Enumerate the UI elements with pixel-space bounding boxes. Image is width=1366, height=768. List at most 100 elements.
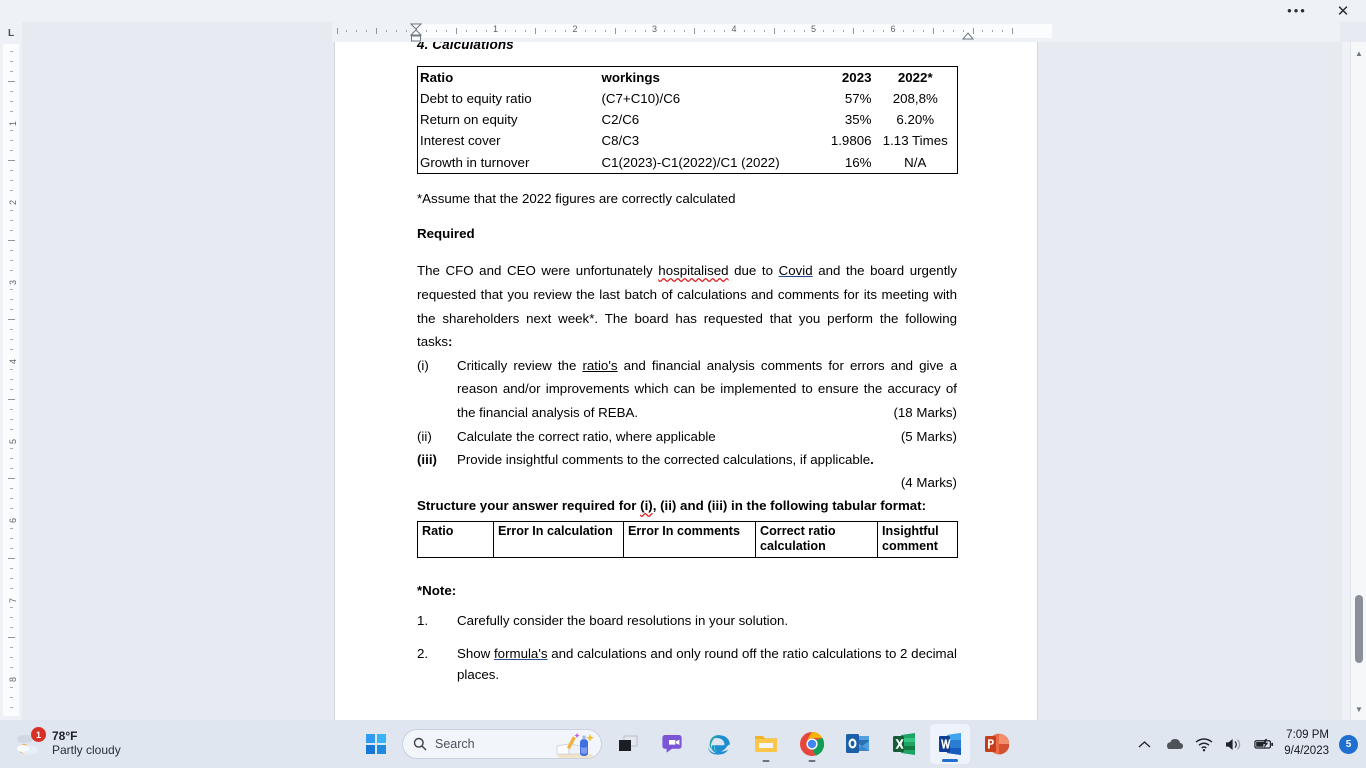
weather-text: 78°F Partly cloudy [52, 729, 121, 758]
battery-button[interactable] [1254, 734, 1274, 754]
ruler-tick [634, 30, 636, 32]
list-item: (i) Critically review the ratio's and fin… [417, 354, 957, 425]
ruler-tick [10, 408, 13, 410]
ruler-number: 2 [572, 24, 578, 34]
word-icon [938, 733, 961, 755]
underlined-term: ratio's [582, 357, 618, 373]
weather-widget[interactable]: 1 78°F Partly cloudy [14, 724, 121, 764]
ruler-tick [10, 577, 13, 579]
notification-center-badge[interactable]: 5 [1339, 734, 1358, 754]
search-input[interactable]: Search [402, 729, 602, 759]
ruler-tick [704, 30, 706, 32]
clock-date: 9/4/2023 [1284, 745, 1329, 757]
scrollbar-thumb[interactable] [1355, 595, 1363, 663]
ruler-tick [10, 100, 13, 102]
ruler-tick [10, 329, 13, 331]
onedrive-button[interactable] [1164, 734, 1184, 754]
document-body: 4. Calculations Ratio workings 2023 2022* De… [335, 42, 1037, 686]
ruler-tick [10, 428, 13, 430]
left-indent-marker-icon[interactable] [410, 23, 422, 43]
structure-part1: Structure your answer required for [417, 498, 641, 514]
volume-button[interactable] [1224, 734, 1244, 754]
scroll-up-arrow-icon[interactable]: ▲ [1351, 44, 1366, 62]
ruler-tick [8, 80, 15, 82]
task-view-button[interactable] [608, 724, 648, 764]
partly-cloudy-icon: 1 [14, 727, 46, 758]
task-text: Critically review the ratio's and financ… [457, 354, 957, 425]
excel-icon [892, 733, 915, 755]
ruler-tick [505, 30, 507, 32]
clock[interactable]: 7:09 PM 9/4/2023 [1284, 728, 1329, 759]
ruler-number: 1 [492, 24, 499, 34]
ruler-tick [10, 537, 13, 539]
ruler-tick [455, 28, 457, 34]
cloud-icon [1167, 739, 1184, 749]
windows-logo-icon [366, 734, 386, 754]
task-text: Calculate the correct ratio, where appli… [457, 425, 957, 449]
chat-button[interactable] [654, 724, 694, 764]
speaker-icon [1226, 738, 1241, 750]
ruler-tick [10, 180, 13, 182]
close-button[interactable]: ✕ [1320, 0, 1366, 22]
ruler-tick [10, 468, 13, 470]
horizontal-ruler[interactable]: 1 2 3 4 5 6 [332, 22, 1340, 42]
powerpoint-button[interactable] [976, 724, 1016, 764]
wifi-button[interactable] [1194, 734, 1214, 754]
ruler-tick [10, 339, 13, 341]
excel-button[interactable] [884, 724, 924, 764]
column-header: 2022* [897, 69, 933, 85]
ruler-tick [10, 508, 13, 510]
chrome-button[interactable] [792, 724, 832, 764]
ruler-tick [10, 547, 13, 549]
spellcheck-error-roman-i: (i) [640, 498, 653, 514]
ruler-band: 1 2 3 4 5 6 [332, 23, 1340, 42]
scroll-down-arrow-icon[interactable]: ▼ [1351, 700, 1366, 718]
marks-allocation: (18 Marks) [893, 405, 957, 421]
start-button[interactable] [356, 724, 396, 764]
table-header-row: Ratio workings 2023 2022* [418, 66, 958, 88]
intro-part2: due to [728, 263, 779, 279]
spellcheck-error-hospitalised: hospitalised [658, 263, 729, 279]
word-button[interactable] [930, 724, 970, 764]
ruler-tick [714, 30, 716, 32]
notification-badge: 1 [31, 727, 46, 742]
link-covid[interactable]: Covid [779, 263, 813, 278]
list-item: 2. Show formula's and calculations and on… [417, 644, 957, 685]
table-cell: 35% [844, 112, 872, 128]
wifi-icon [1195, 737, 1213, 751]
task-view-icon [619, 735, 638, 751]
show-hidden-icons-button[interactable] [1134, 734, 1154, 754]
ruler-number: 5 [8, 438, 18, 444]
ruler-tick [10, 90, 13, 92]
link-formulas[interactable]: formula's [494, 646, 548, 661]
column-header: Insightful comment [877, 521, 958, 558]
vertical-scrollbar[interactable]: ▲ ▼ [1350, 42, 1366, 720]
ruler-tick [10, 259, 13, 261]
task-text-pre: Provide insightful comments to the corre… [457, 452, 871, 468]
battery-charging-icon [1254, 738, 1274, 749]
tab-stop-selector[interactable]: L [0, 22, 22, 44]
ruler-tick [346, 30, 348, 32]
task-text-pre: Calculate the correct ratio, where appli… [457, 428, 716, 444]
task-label: (iii) [417, 452, 437, 468]
ruler-tick [624, 30, 626, 32]
column-header: Error In calculation [493, 521, 624, 558]
ruler-tick [873, 30, 875, 32]
ruler-tick [10, 130, 13, 132]
table-cell: Return on equity [420, 112, 518, 128]
vertical-ruler[interactable]: L 1 2 3 4 5 6 7 8 [0, 22, 22, 720]
edge-button[interactable] [700, 724, 740, 764]
document-page[interactable]: 4. Calculations Ratio workings 2023 2022* De… [334, 42, 1038, 720]
table-cell: 1.9806 [830, 133, 872, 149]
ruler-tick [783, 30, 785, 32]
right-indent-marker-icon[interactable] [962, 32, 974, 40]
ruler-number: 3 [651, 24, 658, 34]
ruler-tick [565, 30, 567, 32]
more-options-button[interactable]: ••• [1274, 0, 1320, 22]
ruler-tick [1012, 28, 1014, 34]
ruler-tick [10, 110, 13, 112]
outlook-button[interactable] [838, 724, 878, 764]
ruler-tick [8, 319, 15, 321]
structure-part2: , (ii) and (iii) in the following tabula… [652, 498, 927, 514]
file-explorer-button[interactable] [746, 724, 786, 764]
